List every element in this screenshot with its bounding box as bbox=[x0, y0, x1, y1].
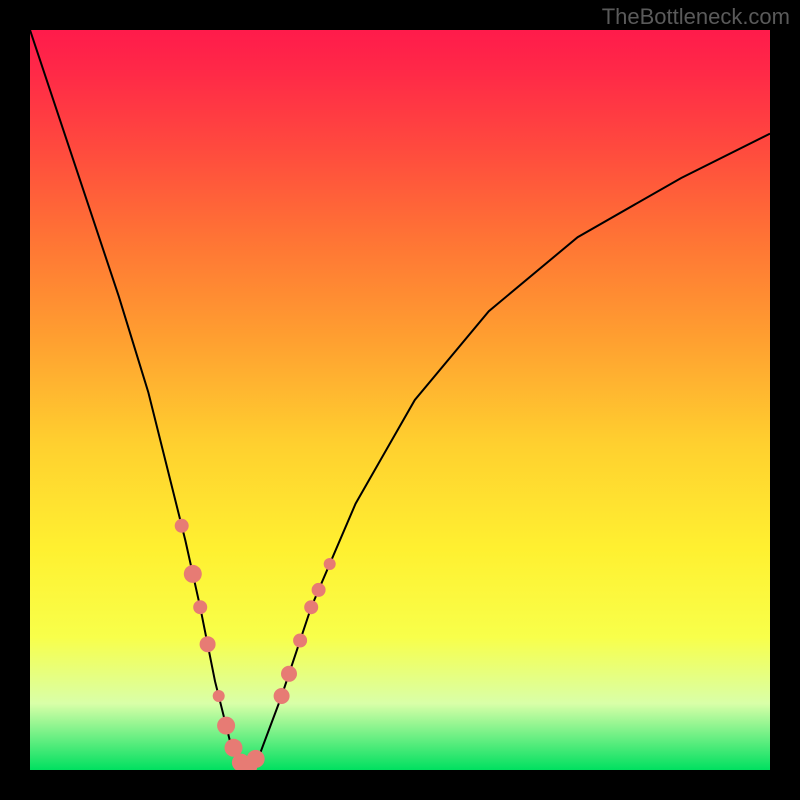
sample-point bbox=[193, 600, 207, 614]
sample-markers bbox=[175, 519, 336, 770]
sample-point bbox=[274, 688, 290, 704]
sample-point bbox=[200, 636, 216, 652]
bottleneck-curve bbox=[30, 30, 770, 770]
watermark-text: TheBottleneck.com bbox=[602, 4, 790, 30]
sample-point bbox=[281, 666, 297, 682]
sample-point bbox=[247, 750, 265, 768]
chart-svg bbox=[30, 30, 770, 770]
sample-point bbox=[184, 565, 202, 583]
sample-point bbox=[213, 690, 225, 702]
chart-frame: TheBottleneck.com bbox=[0, 0, 800, 800]
sample-point bbox=[293, 634, 307, 648]
sample-point bbox=[312, 583, 326, 597]
sample-point bbox=[304, 600, 318, 614]
chart-plot-area bbox=[30, 30, 770, 770]
sample-point bbox=[324, 558, 336, 570]
sample-point bbox=[217, 717, 235, 735]
sample-point bbox=[175, 519, 189, 533]
